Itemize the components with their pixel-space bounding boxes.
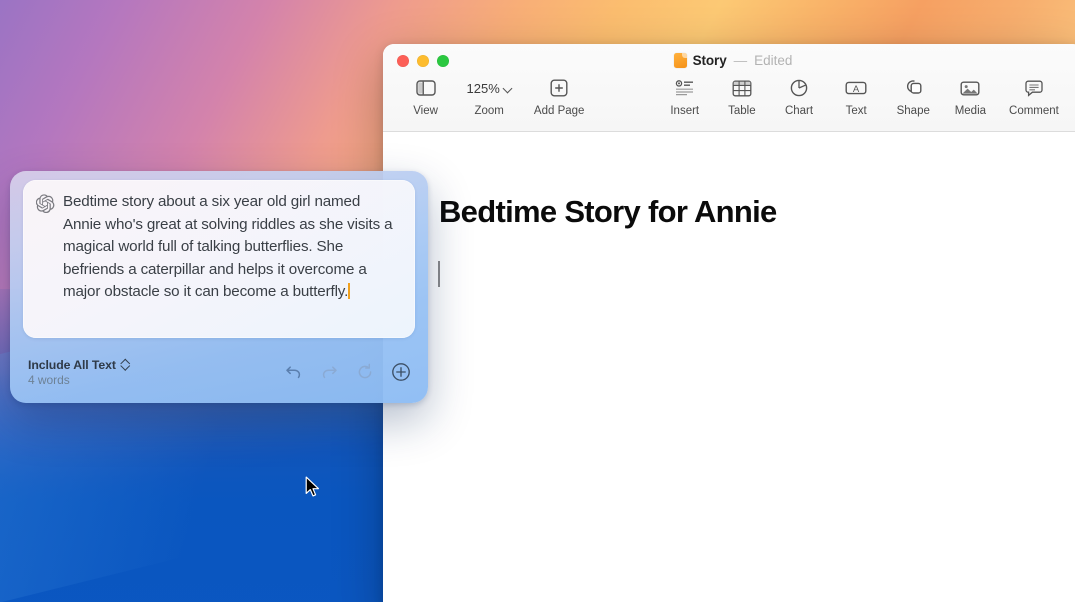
toolbar-label-shape: Shape: [897, 105, 930, 117]
toolbar-label-view: View: [413, 105, 438, 117]
document-edit-state: Edited: [754, 53, 792, 68]
pages-window[interactable]: Story — Edited View: [383, 44, 1075, 602]
toolbar-button-media[interactable]: Media: [942, 74, 999, 117]
toolbar-label-table: Table: [728, 105, 756, 117]
include-text-selector[interactable]: Include All Text: [28, 358, 130, 372]
prompt-card[interactable]: Bedtime story about a six year old girl …: [23, 180, 415, 338]
popup-actions[interactable]: [282, 361, 412, 383]
toolbar-label-add-page: Add Page: [534, 105, 585, 117]
toolbar-button-chart[interactable]: Chart: [770, 74, 827, 117]
title-separator: —: [734, 53, 748, 68]
toolbar-label-insert: Insert: [670, 105, 699, 117]
shapes-icon: [903, 74, 923, 102]
desktop-background: Story — Edited View: [0, 0, 1075, 602]
page-title[interactable]: Bedtime Story for Annie: [439, 194, 777, 230]
prompt-text-area[interactable]: Bedtime story about a six year old girl …: [63, 191, 399, 328]
writing-tools-popup[interactable]: Bedtime story about a six year old girl …: [10, 171, 428, 403]
toolbar-button-zoom[interactable]: 125% Zoom: [454, 74, 524, 117]
toolbar-label-zoom: Zoom: [474, 105, 503, 117]
word-count: 4 words: [28, 373, 130, 387]
pages-document-icon: [674, 53, 687, 68]
redo-button[interactable]: [318, 361, 340, 383]
comment-bubble-icon: [1024, 74, 1044, 102]
undo-arrow-icon: [284, 364, 303, 380]
document-canvas[interactable]: Bedtime Story for Annie: [383, 132, 1075, 602]
redo-arrow-icon: [320, 364, 339, 380]
document-title[interactable]: Story: [693, 53, 727, 68]
prompt-caret: [348, 283, 350, 299]
toolbar-button-add-page[interactable]: Add Page: [524, 74, 594, 117]
toolbar-label-media: Media: [955, 105, 986, 117]
pie-chart-icon: [790, 74, 808, 102]
document-text-caret: [438, 261, 440, 287]
photo-image-icon: [960, 74, 980, 102]
toolbar-label-comment: Comment: [1009, 105, 1059, 117]
zoom-value: 125%: [467, 81, 500, 96]
refresh-circular-arrow-icon: [356, 363, 374, 381]
toolbar-label-chart: Chart: [785, 105, 813, 117]
toolbar-label-text: Text: [846, 105, 867, 117]
include-text-label: Include All Text: [28, 358, 116, 372]
window-titlebar[interactable]: Story — Edited View: [383, 44, 1075, 132]
plus-circle-icon: [391, 362, 411, 382]
toolbar-button-comment[interactable]: Comment: [999, 74, 1069, 117]
insert-list-icon: [675, 74, 695, 102]
undo-button[interactable]: [282, 361, 304, 383]
regenerate-button[interactable]: [354, 361, 376, 383]
chevron-down-icon: [504, 84, 512, 92]
add-page-plus-icon: [550, 74, 568, 102]
sidebar-panel-icon: [416, 74, 436, 102]
popup-meta: Include All Text 4 words: [28, 358, 130, 387]
window-title-area: Story — Edited: [383, 53, 1075, 68]
prompt-text: Bedtime story about a six year old girl …: [63, 193, 392, 300]
text-box-icon: A: [845, 74, 867, 102]
toolbar-button-insert[interactable]: Insert: [656, 74, 713, 117]
up-down-chevron-icon: [121, 358, 130, 371]
toolbar-button-shape[interactable]: Shape: [885, 74, 942, 117]
svg-text:A: A: [853, 84, 860, 95]
toolbar-button-view[interactable]: View: [397, 74, 454, 117]
popup-footer: Include All Text 4 words: [10, 341, 428, 403]
add-button[interactable]: [390, 361, 412, 383]
toolbar-button-text[interactable]: A Text: [828, 74, 885, 117]
openai-logo-icon: [36, 191, 55, 328]
main-toolbar[interactable]: View 125% Zoom: [383, 74, 1075, 117]
table-grid-icon: [732, 74, 752, 102]
zoom-control[interactable]: 125%: [467, 74, 512, 102]
toolbar-button-table[interactable]: Table: [713, 74, 770, 117]
